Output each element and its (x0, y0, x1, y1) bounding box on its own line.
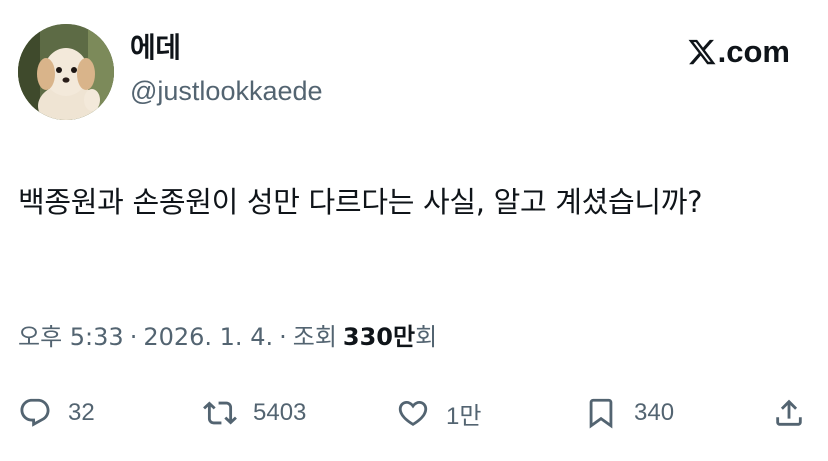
x-logo-icon (688, 39, 716, 64)
bookmark-icon (589, 398, 613, 429)
display-name[interactable]: 에데 (130, 34, 181, 62)
tweet-text: 백종원과 손종원이 성만 다르다는 사실, 알고 계셨습니까? (18, 185, 703, 219)
meta-separator: · (129, 323, 138, 351)
share-icon (776, 399, 802, 426)
tweet-time[interactable]: 오후 5:33 (18, 325, 124, 349)
brand-link[interactable]: .com (687, 36, 790, 67)
user-handle[interactable]: @justlookkaede (130, 78, 323, 105)
like-button[interactable]: 1만 (396, 393, 481, 433)
puppy-avatar[interactable] (18, 24, 114, 120)
meta-separator: · (279, 323, 287, 351)
views-label: 조회 (292, 323, 337, 351)
bookmark-button[interactable]: 340 (584, 393, 674, 433)
action-bar: 32 5403 1만 340 (0, 393, 828, 433)
bookmark-count: 340 (634, 399, 675, 426)
puppy-avatar-image (18, 24, 114, 120)
reply-bubble-icon (20, 398, 50, 427)
retweet-count: 5403 (253, 399, 307, 426)
share-button[interactable] (772, 393, 806, 433)
brand-domain: .com (717, 34, 790, 69)
tweet-metadata: 오후 5:33 · 2026. 1. 4. · 조회 330만 회 (18, 325, 437, 349)
views-count: 330만 (342, 323, 416, 351)
heart-icon (398, 400, 428, 426)
retweet-button[interactable]: 5403 (203, 393, 306, 433)
reply-count: 32 (68, 399, 95, 426)
like-count: 1만 (446, 402, 482, 430)
reply-button[interactable]: 32 (18, 393, 95, 433)
retweet-icon (203, 401, 237, 425)
views-suffix: 회 (415, 323, 438, 351)
tweet-date[interactable]: 2026. 1. 4. (143, 325, 273, 349)
